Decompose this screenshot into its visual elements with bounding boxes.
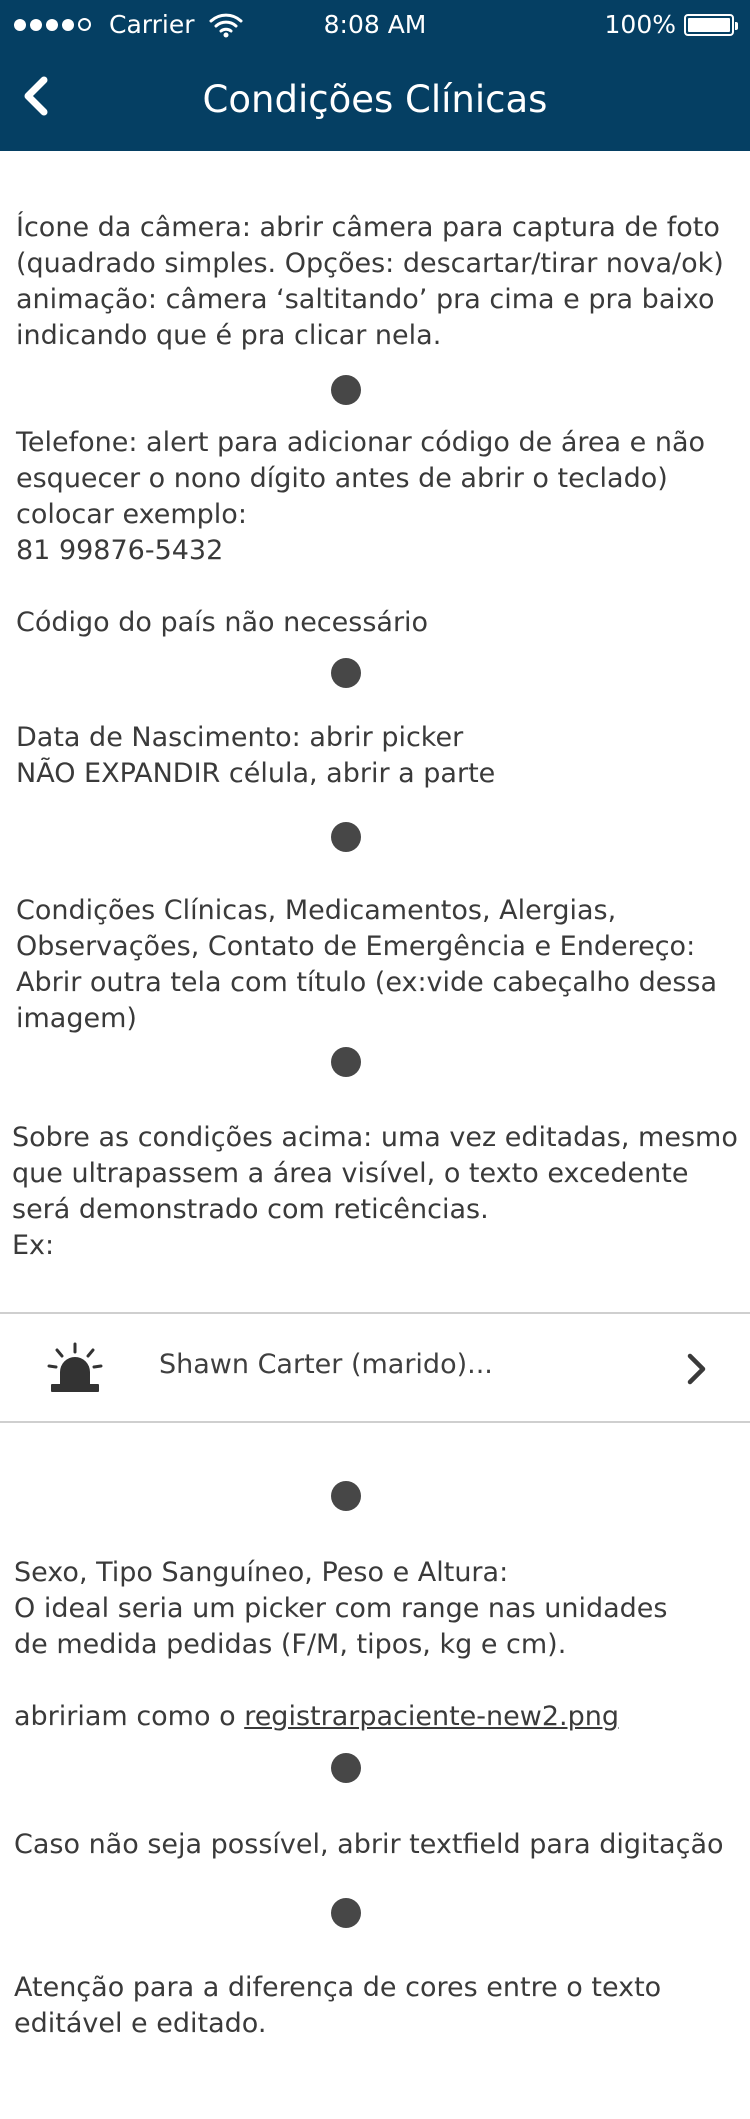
battery-percent: 100% bbox=[604, 10, 676, 39]
status-bar: Carrier 8:08 AM 100% bbox=[0, 0, 750, 48]
bullet-dot bbox=[331, 375, 361, 405]
bullet-dot bbox=[331, 822, 361, 852]
open-as-note: abririam como o registrarpaciente-new2.p… bbox=[14, 1699, 619, 1735]
page-title: Condições Clínicas bbox=[202, 78, 548, 121]
ellipsis-note: Sobre as condições acima: uma vez editad… bbox=[12, 1122, 738, 1261]
bullet-dot bbox=[331, 1481, 361, 1511]
bullet-dot bbox=[331, 1047, 361, 1077]
bullet-dot bbox=[331, 1753, 361, 1783]
chevron-right-icon bbox=[687, 1353, 706, 1385]
divider bbox=[0, 1421, 750, 1423]
color-difference-note: Atenção para a diferença de cores entre … bbox=[14, 1972, 662, 2039]
battery-icon bbox=[684, 13, 738, 36]
navigation-header: Carrier 8:08 AM 100% Condições Clínicas bbox=[0, 0, 750, 151]
sex-blood-note: Sexo, Tipo Sanguíneo, Peso e Altura: O i… bbox=[14, 1557, 668, 1660]
emergency-contact-text: Shawn Carter (marido)... bbox=[159, 1349, 493, 1380]
reference-link[interactable]: registrarpaciente-new2.png bbox=[244, 1701, 619, 1732]
phone-note: Telefone: alert para adicionar código de… bbox=[16, 427, 706, 638]
alarm-siren-icon bbox=[47, 1342, 103, 1392]
textfield-fallback-note: Caso não seja possível, abrir textfield … bbox=[14, 1829, 724, 1860]
camera-note: Ícone da câmera: abrir câmera para captu… bbox=[16, 212, 724, 351]
bullet-dot bbox=[331, 1898, 361, 1928]
clinical-screens-note: Condições Clínicas, Medicamentos, Alergi… bbox=[16, 895, 718, 1034]
emergency-contact-row[interactable]: Shawn Carter (marido)... bbox=[0, 1313, 750, 1421]
birth-date-note: Data de Nascimento: abrir picker NÃO EXP… bbox=[16, 722, 496, 789]
open-as-prefix: abririam como o bbox=[14, 1701, 245, 1732]
bullet-dot bbox=[331, 658, 361, 688]
status-right: 100% bbox=[604, 10, 738, 39]
